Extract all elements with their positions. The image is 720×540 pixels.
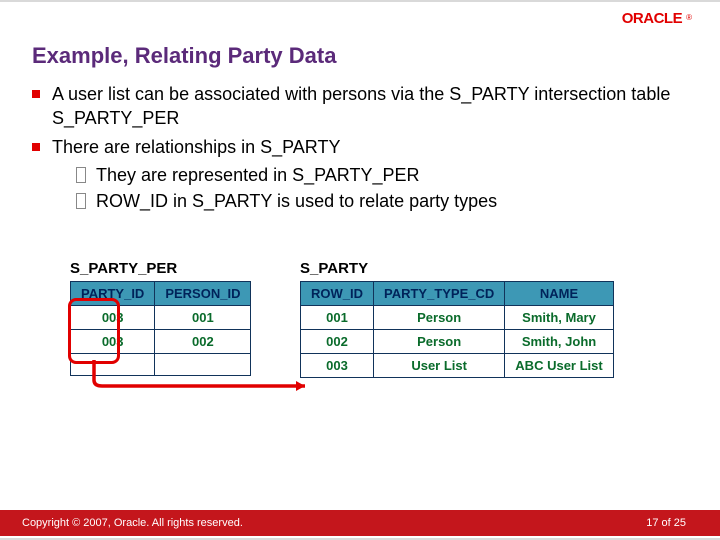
bullet-text: They are represented in S_PARTY_PER: [96, 163, 420, 187]
bullet-level1: A user list can be associated with perso…: [32, 82, 688, 131]
s-party-per-table: PARTY_ID PERSON_ID 003001 003002: [70, 281, 251, 376]
col-header: PARTY_ID: [71, 282, 155, 306]
table-row: [71, 354, 251, 376]
bullet-level1: There are relationships in S_PARTY: [32, 135, 688, 159]
square-bullet-icon: [32, 143, 40, 151]
table-label: S_PARTY: [300, 260, 614, 277]
table-row: 003User ListABC User List: [301, 354, 614, 378]
table-row: 001PersonSmith, Mary: [301, 306, 614, 330]
logo-dot-icon: ®: [686, 13, 692, 22]
square-bullet-icon: [32, 90, 40, 98]
slide-title: Example, Relating Party Data: [32, 43, 336, 69]
slide-body: A user list can be associated with perso…: [32, 82, 688, 215]
col-header: PARTY_TYPE_CD: [374, 282, 505, 306]
logo-text: ORACLE: [622, 10, 682, 27]
table-row: 003001: [71, 306, 251, 330]
col-header: NAME: [505, 282, 613, 306]
hollow-bullet-icon: [76, 193, 86, 209]
table-left-block: S_PARTY_PER PARTY_ID PERSON_ID 003001 00…: [70, 260, 251, 376]
bullet-level2: They are represented in S_PARTY_PER: [76, 163, 688, 187]
col-header: ROW_ID: [301, 282, 374, 306]
table-label: S_PARTY_PER: [70, 260, 251, 277]
table-row: 002PersonSmith, John: [301, 330, 614, 354]
table-right-block: S_PARTY ROW_ID PARTY_TYPE_CD NAME 001Per…: [300, 260, 614, 378]
bullet-text: A user list can be associated with perso…: [52, 82, 688, 131]
bullet-level2: ROW_ID in S_PARTY is used to relate part…: [76, 189, 688, 213]
bullet-text: ROW_ID in S_PARTY is used to relate part…: [96, 189, 497, 213]
oracle-logo: ORACLE ®: [622, 10, 692, 27]
s-party-table: ROW_ID PARTY_TYPE_CD NAME 001PersonSmith…: [300, 281, 614, 378]
copyright-text: Copyright © 2007, Oracle. All rights res…: [22, 517, 243, 529]
hollow-bullet-icon: [76, 167, 86, 183]
col-header: PERSON_ID: [155, 282, 251, 306]
page-number: 17 of 25: [646, 517, 686, 529]
bullet-text: There are relationships in S_PARTY: [52, 135, 340, 159]
table-row: 003002: [71, 330, 251, 354]
slide-footer: Copyright © 2007, Oracle. All rights res…: [0, 510, 720, 536]
